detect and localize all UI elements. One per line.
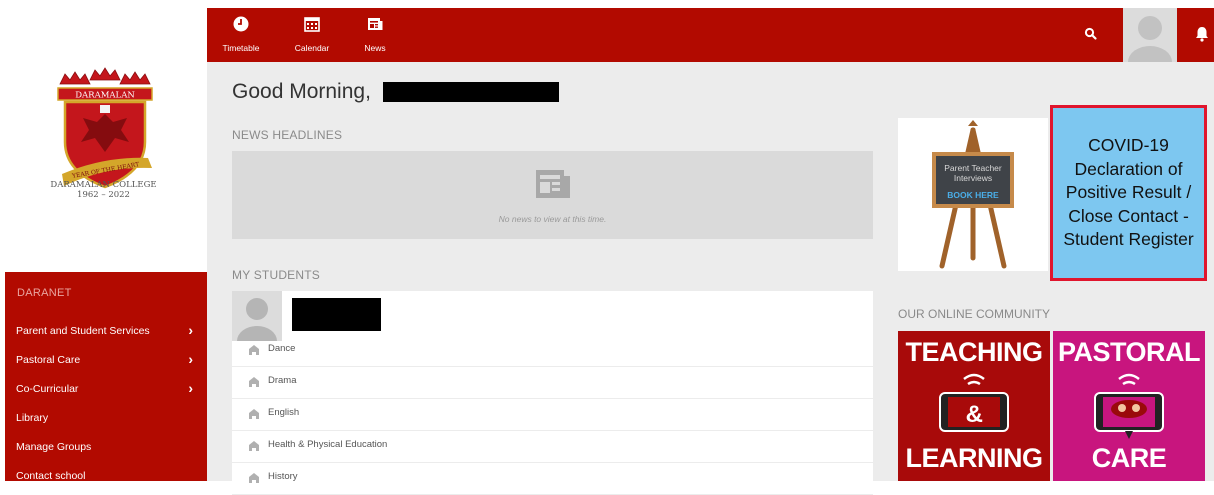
class-icon — [249, 409, 259, 419]
calendar-button[interactable]: Calendar — [287, 8, 337, 62]
subject-label: Health & Physical Education — [268, 439, 388, 450]
sidebar-item-label: Manage Groups — [16, 441, 92, 453]
subject-label: History — [268, 471, 298, 482]
subject-label: Drama — [268, 375, 297, 386]
covid-declaration-button[interactable]: COVID-19 Declaration of Positive Result … — [1050, 105, 1207, 281]
svg-text:DARAMALAN: DARAMALAN — [75, 91, 135, 101]
subject-row-health-pe[interactable]: Health & Physical Education — [232, 431, 873, 463]
calendar-label: Calendar — [294, 43, 330, 53]
news-headlines-title: NEWS HEADLINES — [232, 128, 343, 142]
sidebar-item-library[interactable]: Library — [5, 403, 207, 432]
sidebar-item-label: Contact school — [16, 470, 86, 482]
chevron-right-icon: › — [188, 380, 193, 396]
redacted-username — [383, 82, 559, 102]
easel-chalkboard-icon: Parent Teacher Interviews BOOK HERE — [932, 120, 1014, 269]
subject-label: English — [268, 407, 300, 418]
tile-top-word: PASTORAL — [1057, 337, 1201, 367]
chevron-right-icon: › — [188, 351, 193, 367]
chevron-right-icon: › — [188, 322, 193, 338]
clock-icon — [233, 16, 249, 32]
pastoral-care-tile[interactable]: PASTORAL CARE — [1053, 331, 1205, 481]
sidebar-menu: DARANET Parent and Student Services › Pa… — [5, 272, 207, 482]
newspaper-icon — [536, 170, 570, 198]
calendar-icon — [304, 17, 320, 32]
redacted-student-name — [292, 298, 381, 331]
sidebar: DARAMALAN YEAR OF THE HEART DARAMALAN CO… — [0, 0, 207, 482]
phone-chat-icon — [1094, 373, 1164, 439]
college-name: DARAMALAN COLLEGE 1962 – 2022 — [0, 180, 207, 200]
svg-text:BOOK HERE: BOOK HERE — [947, 190, 999, 200]
class-icon — [249, 377, 259, 387]
subject-row-english[interactable]: English — [232, 399, 873, 431]
teaching-learning-tile[interactable]: TEACHING & LEARNING — [898, 331, 1050, 481]
news-label: News — [364, 43, 386, 53]
college-name-text: DARAMALAN COLLEGE — [50, 180, 157, 190]
class-icon — [249, 473, 259, 483]
class-icon — [249, 441, 259, 451]
user-avatar[interactable] — [1123, 8, 1177, 62]
sidebar-item-label: Parent and Student Services — [16, 325, 150, 337]
my-students-title: MY STUDENTS — [232, 268, 320, 282]
sidebar-item-parent-student-services[interactable]: Parent and Student Services › — [5, 316, 207, 345]
online-community-title: OUR ONLINE COMMUNITY — [898, 307, 1051, 321]
bell-icon[interactable] — [1194, 24, 1210, 44]
greeting: Good Morning, — [232, 80, 371, 104]
covid-declaration-text: COVID-19 Declaration of Positive Result … — [1063, 135, 1194, 250]
search-icon[interactable] — [1079, 22, 1103, 46]
greeting-text: Good Morning, — [232, 80, 371, 103]
menu-heading: DARANET — [17, 287, 72, 299]
news-panel: No news to view at this time. — [232, 151, 873, 239]
svg-text:Interviews: Interviews — [954, 173, 992, 183]
top-bar: Timetable Calendar News — [207, 8, 1214, 62]
sidebar-item-label: Library — [16, 412, 49, 424]
sidebar-item-label: Pastoral Care — [16, 354, 81, 366]
timetable-label: Timetable — [222, 43, 260, 53]
subject-row-history[interactable]: History — [232, 463, 873, 495]
sidebar-item-manage-groups[interactable]: Manage Groups — [5, 432, 207, 461]
tile-ampersand: & — [965, 401, 983, 428]
student-avatar[interactable] — [232, 291, 282, 341]
tile-bottom-word: LEARNING — [905, 443, 1044, 473]
tile-bottom-word: CARE — [1091, 443, 1167, 473]
user-avatar-icon — [1128, 16, 1172, 62]
tile-top-word: TEACHING — [905, 337, 1044, 367]
sidebar-item-pastoral-care[interactable]: Pastoral Care › — [5, 345, 207, 374]
news-empty-message: No news to view at this time. — [498, 214, 607, 224]
students-panel: Dance Drama English Health & Physical Ed… — [232, 291, 873, 495]
news-icon — [368, 18, 383, 30]
subject-row-drama[interactable]: Drama — [232, 367, 873, 399]
sidebar-item-co-curricular[interactable]: Co-Curricular › — [5, 374, 207, 403]
news-button[interactable]: News — [355, 8, 395, 62]
class-icon — [249, 345, 259, 355]
college-years-text: 1962 – 2022 — [77, 190, 130, 200]
main-content: Good Morning, NEWS HEADLINES No news to … — [207, 62, 1214, 495]
subject-label: Dance — [268, 343, 296, 354]
subject-row-dance[interactable]: Dance — [232, 335, 873, 367]
student-avatar-icon — [237, 298, 277, 341]
svg-text:Parent Teacher: Parent Teacher — [944, 163, 1002, 173]
parent-teacher-interviews-banner[interactable]: Parent Teacher Interviews BOOK HERE — [898, 118, 1048, 271]
timetable-button[interactable]: Timetable — [219, 8, 263, 62]
sidebar-item-label: Co-Curricular — [16, 383, 79, 395]
sidebar-item-contact-school[interactable]: Contact school — [5, 461, 207, 490]
